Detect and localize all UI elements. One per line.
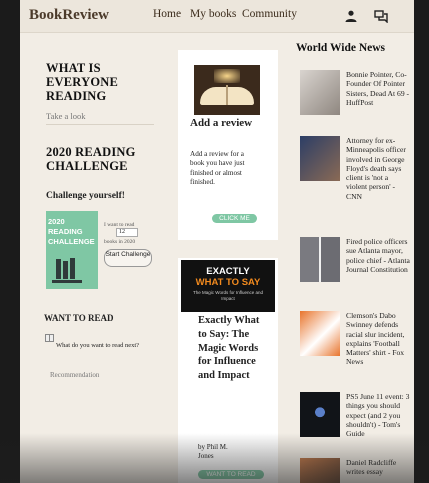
brand-logo[interactable]: BookReview <box>29 7 109 24</box>
nav-my-books[interactable]: My books <box>190 8 236 20</box>
chat-icon[interactable] <box>374 9 388 23</box>
account-icon[interactable] <box>344 9 358 23</box>
challenge-yourself-text: Challenge yourself! <box>46 191 125 201</box>
click-me-button[interactable]: CLICK ME <box>212 214 257 223</box>
news-thumbnail <box>300 237 340 282</box>
nav-community[interactable]: Community <box>242 8 297 20</box>
news-item[interactable]: Fired police officers sue Atlanta mayor,… <box>300 237 410 297</box>
divider <box>46 124 154 125</box>
nav-home[interactable]: Home <box>153 8 181 20</box>
news-headline[interactable]: Daniel Radcliffe writes essay <box>346 458 410 477</box>
news-item[interactable]: Clemson's Dabo Swinney defends racial sl… <box>300 311 410 386</box>
news-headline[interactable]: Bonnie Pointer, Co-Founder Of Pointer Si… <box>346 70 410 107</box>
add-review-card: Add a review Add a review for a book you… <box>178 50 278 240</box>
cover-title-top: EXACTLY <box>206 266 250 277</box>
news-headline[interactable]: Clemson's Dabo Swinney defends racial sl… <box>346 311 410 367</box>
books-count-input[interactable]: 12 <box>116 228 138 237</box>
news-item[interactable]: PS5 June 11 event: 3 things you should e… <box>300 392 410 442</box>
want-to-read-button[interactable]: WANT TO READ <box>198 470 264 479</box>
want-to-read-heading: WANT TO READ <box>44 313 114 323</box>
cover-title-mid: WHAT TO SAY <box>195 277 261 288</box>
book-cover-image: EXACTLY WHAT TO SAY The Magic Words for … <box>181 260 275 312</box>
recommendation-link[interactable]: Recommendation <box>50 371 99 379</box>
news-item[interactable]: Daniel Radcliffe writes essay <box>300 458 410 483</box>
book-title[interactable]: Exactly What to Say: The Magic Words for… <box>198 314 268 383</box>
challenge-image-text: 2020 READING CHALLENGE <box>48 217 95 246</box>
news-headline[interactable]: PS5 June 11 event: 3 things you should e… <box>346 392 410 438</box>
book-card: EXACTLY WHAT TO SAY The Magic Words for … <box>178 258 278 483</box>
books-icon <box>52 258 82 283</box>
book-icon <box>45 334 54 342</box>
news-thumbnail <box>300 458 340 483</box>
news-heading: World Wide News <box>296 42 386 54</box>
want-to-read-prompt: What do you want to read next? <box>56 342 140 349</box>
news-headline[interactable]: Fired police officers sue Atlanta mayor,… <box>346 237 410 274</box>
book-author: by Phil M. Jones <box>198 443 228 460</box>
app-window: BookReview Home My books Community WHAT … <box>20 0 414 483</box>
reading-challenge-heading: 2020 READING CHALLENGE <box>46 145 136 173</box>
open-book-image <box>194 65 260 115</box>
news-thumbnail <box>300 70 340 115</box>
news-item[interactable]: Bonnie Pointer, Co-Founder Of Pointer Si… <box>300 70 410 120</box>
challenge-image: 2020 READING CHALLENGE <box>46 211 98 289</box>
news-thumbnail <box>300 392 340 437</box>
cover-subtitle: The Magic Words for Influence and Impact <box>193 290 263 301</box>
news-thumbnail <box>300 311 340 356</box>
start-challenge-button[interactable]: Start Challenge <box>104 249 152 267</box>
news-thumbnail <box>300 136 340 181</box>
news-item[interactable]: Attorney for ex-Minneapolis officer invo… <box>300 136 410 226</box>
add-review-description: Add a review for a book you have just fi… <box>190 150 245 186</box>
take-a-look-link[interactable]: Take a look <box>46 111 86 121</box>
everyone-reading-heading: WHAT IS EVERYONE READING <box>46 61 119 103</box>
news-headline[interactable]: Attorney for ex-Minneapolis officer invo… <box>346 136 410 201</box>
books-in-year-label: books in 2020 <box>104 239 136 245</box>
top-navigation-bar: BookReview Home My books Community <box>20 0 414 33</box>
add-review-title: Add a review <box>190 117 253 129</box>
